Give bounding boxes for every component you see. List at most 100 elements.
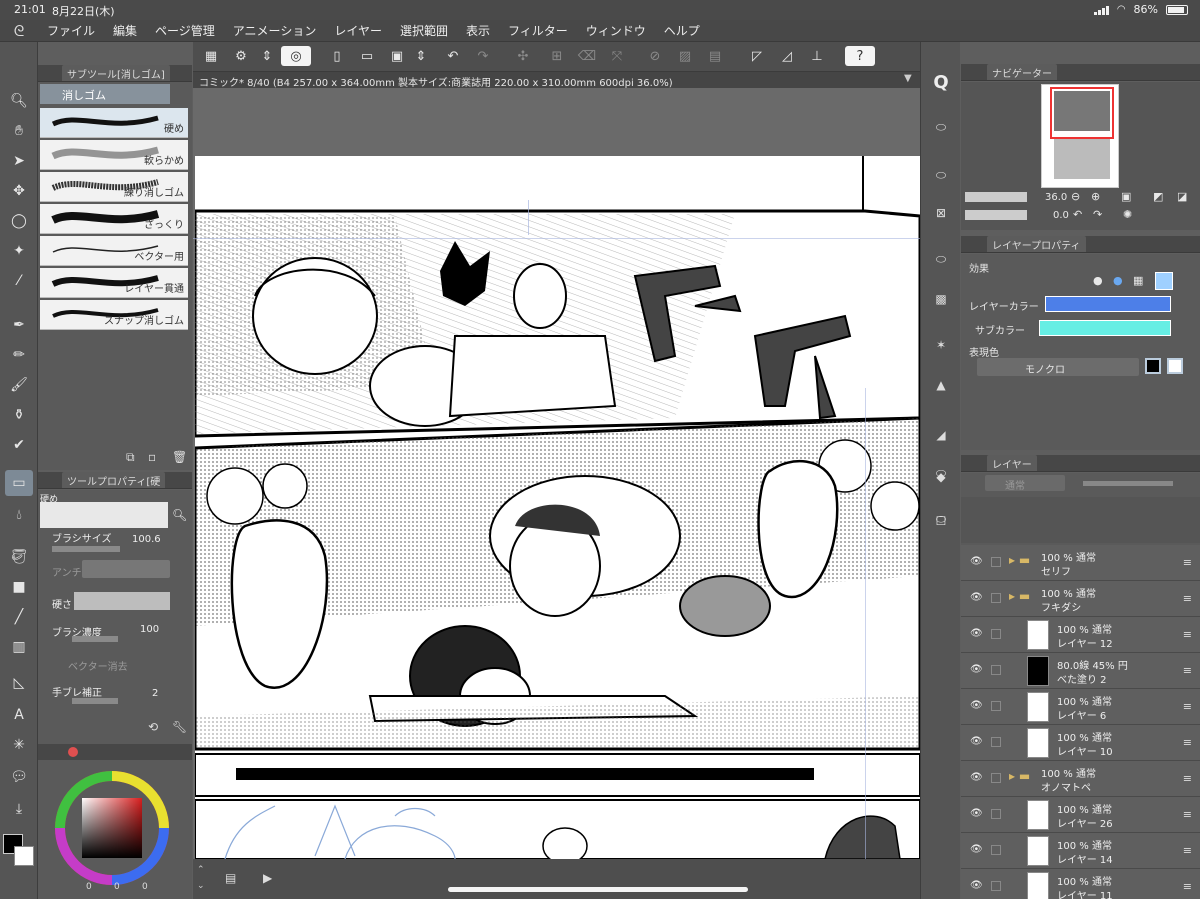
effect-screen-icon[interactable]: ▦ (1133, 274, 1143, 287)
record-icon[interactable]: ▶ (263, 871, 272, 885)
special-ruler-snap-icon[interactable]: ◿ (777, 46, 797, 66)
app-logo-icon[interactable]: ᘓ (0, 22, 38, 40)
save-icon[interactable]: ▣ (387, 46, 407, 66)
color-wheel-tab-icon[interactable] (68, 747, 78, 757)
figure-tool-icon[interactable]: ╱ (5, 604, 33, 630)
eraser-tool-icon[interactable]: ▭ (5, 470, 33, 496)
material-folder-icon[interactable]: ⬭ (931, 252, 951, 272)
zoom-value[interactable]: 36.0 (1045, 192, 1067, 203)
brush-item[interactable]: 軟らかめ (40, 140, 188, 170)
visibility-eye-icon[interactable]: 👁︎ (970, 844, 983, 855)
folder-icon[interactable]: ▸ ▬ (1009, 589, 1031, 619)
lasso-tool-icon[interactable]: ◯ (5, 208, 33, 234)
settings-icon[interactable]: ⚙︎ (231, 46, 251, 66)
blend-mode-select[interactable]: 通常 (985, 475, 1065, 492)
zoom-slider[interactable] (965, 192, 1027, 202)
grid-snap-icon[interactable]: ⊥ (807, 46, 827, 66)
layer-menu-icon[interactable]: ≡ (1183, 628, 1192, 641)
menu-selection[interactable]: 選択範囲 (391, 22, 457, 39)
material-figure-icon[interactable]: ☐ (931, 514, 951, 534)
text-tool-icon[interactable]: A (5, 702, 33, 728)
layer-menu-icon[interactable]: ≡ (1183, 772, 1192, 785)
effect-layer-color-icon[interactable] (1155, 272, 1173, 290)
operation-tool-icon[interactable]: ➤ (5, 148, 33, 174)
menu-filter[interactable]: フィルター (499, 22, 577, 39)
visibility-eye-icon[interactable]: 👁︎ (970, 808, 983, 819)
material-pattern-icon[interactable]: ⊠ (931, 206, 951, 226)
canvas-area[interactable] (193, 88, 920, 859)
menu-page[interactable]: ページ管理 (146, 22, 224, 39)
visibility-eye-icon[interactable]: 👁︎ (970, 736, 983, 747)
zoom-out-icon[interactable]: ⊖ (1071, 190, 1080, 203)
search-materials-icon[interactable]: Q (931, 72, 951, 93)
move-tool-icon[interactable]: ✥ (5, 178, 33, 204)
effect-border-icon[interactable]: ● (1093, 274, 1103, 287)
brush-item[interactable]: レイヤー貫通 (40, 268, 188, 298)
layer-row[interactable]: 👁︎ 80.0線 45% 円べた塗り 2 ≡ (961, 653, 1200, 689)
layer-color-swatch[interactable] (1045, 296, 1171, 312)
correct-line-tool-icon[interactable]: ⤓ (5, 796, 33, 822)
layer-row[interactable]: 👁︎ 100 % 通常 レイヤー 11 ≡ (961, 869, 1200, 899)
layer-menu-icon[interactable]: ≡ (1183, 736, 1192, 749)
layer-lock-checkbox[interactable] (991, 809, 1001, 819)
material-folder-icon[interactable]: ⬭ (931, 120, 951, 140)
layer-menu-icon[interactable]: ≡ (1183, 880, 1192, 893)
copy-subtool-icon[interactable]: ⧉ (126, 450, 135, 465)
material-folder-icon[interactable]: ⬭ (931, 168, 951, 188)
reset-rotation-icon[interactable]: ✺ (1123, 208, 1132, 221)
grid-icon[interactable]: ▦ (201, 46, 221, 66)
layer-folder-row[interactable]: 👁︎ ▸ ▬ 100 % 通常 オノマトペ ≡ (961, 761, 1200, 797)
brush-tool-icon[interactable]: 🖌︎ (5, 372, 33, 398)
help-icon[interactable]: ? (845, 46, 875, 66)
preset-tool-icon[interactable]: 🔍︎ (172, 508, 187, 522)
subtool-group-eraser[interactable]: 消しゴム (40, 84, 170, 104)
folder-icon[interactable]: ▸ ▬ (1009, 769, 1031, 799)
menu-help[interactable]: ヘルプ (655, 22, 709, 39)
hand-tool-icon[interactable]: ✋︎ (5, 118, 33, 144)
new-file-icon[interactable]: ▯ (327, 46, 347, 66)
menu-edit[interactable]: 編集 (104, 22, 146, 39)
layer-row[interactable]: 👁︎ 100 % 通常 レイヤー 26 ≡ (961, 797, 1200, 833)
visibility-eye-icon[interactable]: 👁︎ (970, 664, 983, 675)
mono-black-swatch[interactable] (1145, 358, 1161, 374)
brush-item[interactable]: ざっくり (40, 204, 188, 234)
reset-settings-icon[interactable]: ⟲ (148, 720, 158, 734)
flip-vertical-icon[interactable]: ◪ (1177, 190, 1187, 203)
stabilize-value[interactable]: 2 (152, 688, 158, 699)
scroll-down-icon[interactable]: ⌄ (197, 881, 205, 891)
layer-row[interactable]: 👁︎ 100 % 通常 レイヤー 14 ≡ (961, 833, 1200, 869)
stabilize-slider[interactable] (72, 698, 118, 704)
hardness-selector[interactable] (74, 592, 170, 610)
layer-menu-icon[interactable]: ≡ (1183, 592, 1192, 605)
layer-menu-icon[interactable]: ≡ (1183, 556, 1192, 569)
undo-icon[interactable]: ↶ (443, 46, 463, 66)
brush-item[interactable]: ベクター用 (40, 236, 188, 266)
ruler-tool-icon[interactable]: ◺ (5, 670, 33, 696)
subtool-tab[interactable]: サブツール[消しゴム] (62, 65, 170, 81)
visibility-eye-icon[interactable]: 👁︎ (970, 592, 983, 603)
rotate-left-icon[interactable]: ↶ (1073, 208, 1082, 221)
folder-icon[interactable]: ▸ ▬ (1009, 553, 1031, 583)
layerprop-tab[interactable]: レイヤープロパティ (987, 236, 1086, 252)
frame-tool-icon[interactable]: ▥ (5, 634, 33, 660)
visibility-eye-icon[interactable]: 👁︎ (970, 700, 983, 711)
document-menu-icon[interactable]: ▼ (904, 73, 912, 84)
visibility-eye-icon[interactable]: 👁︎ (970, 880, 983, 891)
rotate-slider[interactable] (965, 210, 1027, 220)
effect-tone-icon[interactable]: ● (1113, 274, 1123, 287)
pencil-tool-icon[interactable]: ✏︎ (5, 342, 33, 368)
visibility-eye-icon[interactable]: 👁︎ (970, 628, 983, 639)
material-brush-icon[interactable]: ◢ (931, 428, 951, 448)
layer-lock-checkbox[interactable] (991, 701, 1001, 711)
decoration-tool-icon[interactable]: ✔ (5, 432, 33, 458)
document-tab[interactable]: コミック* 8/40 (B4 257.00 x 364.00mm 製本サイズ:商… (193, 72, 920, 88)
eyedropper-icon[interactable]: ⁄ (5, 268, 33, 294)
brush-item[interactable]: スナップ消しゴム (40, 300, 188, 330)
material-image-icon[interactable]: ▲ (931, 378, 951, 398)
rotate-right-icon[interactable]: ↷ (1093, 208, 1102, 221)
fit-icon[interactable]: ▣ (1121, 190, 1131, 203)
layers-tab[interactable]: レイヤー (987, 455, 1037, 471)
menu-layer[interactable]: レイヤー (325, 22, 391, 39)
zoom-tool-icon[interactable]: 🔍︎ (5, 88, 33, 114)
material-frame-icon[interactable]: ▩ (931, 292, 951, 312)
